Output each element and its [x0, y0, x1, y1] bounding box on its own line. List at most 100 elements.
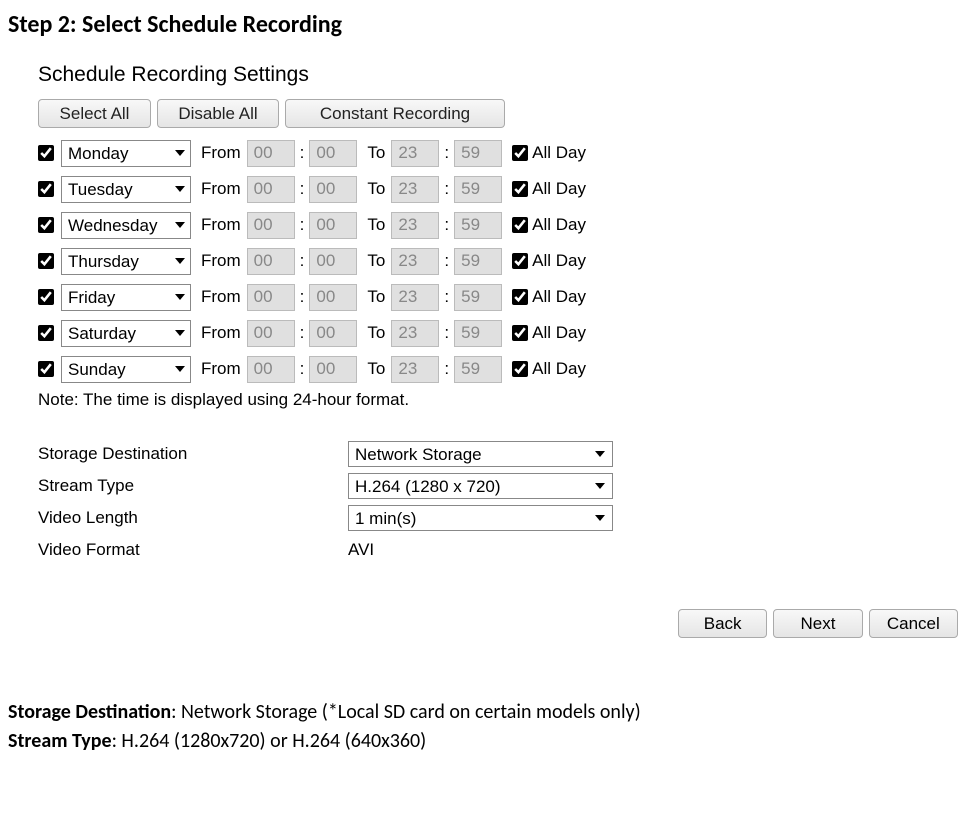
storage-destination-select[interactable]: Network Storage	[348, 441, 613, 467]
all-day-checkbox[interactable]	[512, 145, 528, 161]
constant-recording-button[interactable]: Constant Recording	[285, 99, 505, 128]
to-hour-input[interactable]	[391, 140, 439, 167]
video-length-select[interactable]: 1 min(s)	[348, 505, 613, 531]
storage-destination-row: Storage Destination Network Storage	[38, 440, 958, 468]
schedule-row: MondayFrom:To:All Day	[38, 138, 958, 168]
schedule-list: Monday From: To: All Day Tuesday From: To: All …	[38, 138, 958, 384]
day-enable-checkbox[interactable]	[38, 361, 54, 377]
all-day-label: All Day	[532, 359, 586, 379]
from-min-input[interactable]	[309, 356, 357, 383]
to-hour-input[interactable]	[391, 284, 439, 311]
from-label: From	[201, 251, 241, 271]
all-day-checkbox[interactable]	[512, 289, 528, 305]
day-select[interactable]: Friday	[61, 284, 191, 311]
from-min-input[interactable]	[309, 176, 357, 203]
from-hour-input[interactable]	[247, 140, 295, 167]
day-select[interactable]: Saturday	[61, 320, 191, 347]
from-label: From	[201, 215, 241, 235]
schedule-row: ThursdayFrom:To:All Day	[38, 246, 958, 276]
from-label: From	[201, 179, 241, 199]
day-enable-checkbox[interactable]	[38, 181, 54, 197]
time-colon: :	[300, 179, 305, 199]
all-day-checkbox[interactable]	[512, 325, 528, 341]
from-hour-input[interactable]	[247, 212, 295, 239]
video-format-label: Video Format	[38, 540, 348, 560]
from-min-input[interactable]	[309, 284, 357, 311]
from-hour-input[interactable]	[247, 356, 295, 383]
document-notes: Storage Destination: Network Storage (*L…	[8, 698, 958, 756]
video-format-value: AVI	[348, 540, 374, 560]
doc-note-line1: Storage Destination: Network Storage (*L…	[8, 698, 958, 727]
day-select[interactable]: Wednesday	[61, 212, 191, 239]
day-select[interactable]: Sunday	[61, 356, 191, 383]
to-label: To	[367, 179, 385, 199]
stream-type-select[interactable]: H.264 (1280 x 720)	[348, 473, 613, 499]
back-button[interactable]: Back	[678, 609, 767, 638]
from-label: From	[201, 323, 241, 343]
to-min-input[interactable]	[454, 356, 502, 383]
from-hour-input[interactable]	[247, 248, 295, 275]
to-hour-input[interactable]	[391, 320, 439, 347]
day-enable-checkbox[interactable]	[38, 253, 54, 269]
from-min-input[interactable]	[309, 320, 357, 347]
to-label: To	[367, 215, 385, 235]
to-hour-input[interactable]	[391, 248, 439, 275]
all-day-checkbox[interactable]	[512, 361, 528, 377]
all-day-checkbox[interactable]	[512, 253, 528, 269]
from-hour-input[interactable]	[247, 320, 295, 347]
day-select[interactable]: Monday	[61, 140, 191, 167]
to-label: To	[367, 251, 385, 271]
from-min-input[interactable]	[309, 248, 357, 275]
to-label: To	[367, 143, 385, 163]
doc-note-line2-label: Stream Type	[8, 729, 112, 753]
day-enable-checkbox[interactable]	[38, 325, 54, 341]
schedule-row: TuesdayFrom:To:All Day	[38, 174, 958, 204]
to-min-input[interactable]	[454, 212, 502, 239]
video-length-row: Video Length 1 min(s)	[38, 504, 958, 532]
all-day-label: All Day	[532, 287, 586, 307]
to-label: To	[367, 359, 385, 379]
to-min-input[interactable]	[454, 320, 502, 347]
day-enable-checkbox[interactable]	[38, 289, 54, 305]
time-colon: :	[300, 359, 305, 379]
step-title: Step 2: Select Schedule Recording	[8, 10, 958, 39]
from-label: From	[201, 359, 241, 379]
all-day-label: All Day	[532, 323, 586, 343]
day-select[interactable]: Tuesday	[61, 176, 191, 203]
day-enable-checkbox[interactable]	[38, 217, 54, 233]
day-select[interactable]: Thursday	[61, 248, 191, 275]
to-hour-input[interactable]	[391, 356, 439, 383]
schedule-row: WednesdayFrom:To:All Day	[38, 210, 958, 240]
to-min-input[interactable]	[454, 248, 502, 275]
time-colon: :	[444, 215, 449, 235]
video-length-label: Video Length	[38, 508, 348, 528]
settings-panel: Schedule Recording Settings Select All D…	[38, 63, 958, 638]
from-label: From	[201, 287, 241, 307]
doc-note-line2: Stream Type: H.264 (1280x720) or H.264 (…	[8, 727, 958, 756]
all-day-label: All Day	[532, 251, 586, 271]
disable-all-button[interactable]: Disable All	[157, 99, 279, 128]
time-colon: :	[300, 323, 305, 343]
time-colon: :	[444, 323, 449, 343]
to-hour-input[interactable]	[391, 176, 439, 203]
from-min-input[interactable]	[309, 212, 357, 239]
all-day-checkbox[interactable]	[512, 181, 528, 197]
panel-title: Schedule Recording Settings	[38, 63, 958, 87]
to-min-input[interactable]	[454, 284, 502, 311]
time-colon: :	[300, 287, 305, 307]
select-all-button[interactable]: Select All	[38, 99, 151, 128]
doc-note-line1-text: : Network Storage (*Local SD card on cer…	[171, 700, 641, 724]
from-label: From	[201, 143, 241, 163]
all-day-checkbox[interactable]	[512, 217, 528, 233]
from-hour-input[interactable]	[247, 176, 295, 203]
to-hour-input[interactable]	[391, 212, 439, 239]
schedule-row: SaturdayFrom:To:All Day	[38, 318, 958, 348]
next-button[interactable]: Next	[773, 609, 862, 638]
from-hour-input[interactable]	[247, 284, 295, 311]
to-min-input[interactable]	[454, 140, 502, 167]
day-enable-checkbox[interactable]	[38, 145, 54, 161]
time-colon: :	[444, 179, 449, 199]
to-min-input[interactable]	[454, 176, 502, 203]
cancel-button[interactable]: Cancel	[869, 609, 958, 638]
from-min-input[interactable]	[309, 140, 357, 167]
